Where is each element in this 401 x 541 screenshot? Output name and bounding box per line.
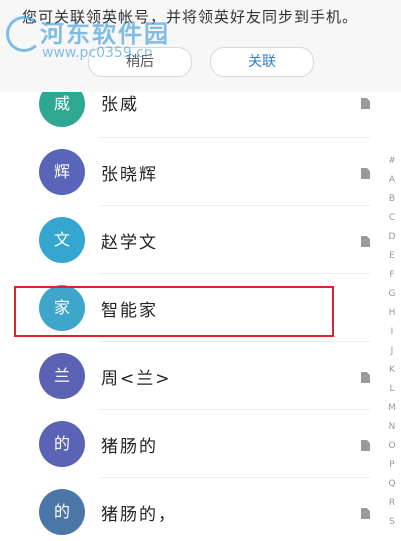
index-letter[interactable]: L: [384, 384, 400, 394]
contact-row[interactable]: 辉 张晓辉: [0, 138, 370, 206]
contact-avatar: 的: [39, 421, 85, 467]
index-letter[interactable]: C: [384, 213, 400, 223]
watermark-url: www.pc0359.cn: [42, 45, 153, 61]
index-letter[interactable]: #: [384, 156, 400, 166]
alphabet-index-bar[interactable]: # A B C D E F G H I J K L M N O P Q R S: [384, 156, 400, 541]
contact-name: 赵学文: [101, 233, 158, 253]
index-letter[interactable]: K: [384, 365, 400, 375]
contact-name: 周<兰>: [101, 369, 172, 389]
file-icon: [361, 168, 370, 179]
file-icon: [361, 508, 370, 519]
contact-avatar: 辉: [39, 149, 85, 195]
contact-name: 张晓辉: [101, 165, 158, 185]
index-letter[interactable]: D: [384, 232, 400, 242]
contact-row[interactable]: 的 猪肠的，: [0, 478, 370, 541]
contact-row[interactable]: 威 张威: [0, 92, 370, 138]
index-letter[interactable]: Q: [384, 479, 400, 489]
index-letter[interactable]: M: [384, 403, 400, 413]
contact-name: 张威: [101, 95, 139, 115]
contact-avatar: 文: [39, 217, 85, 263]
index-letter[interactable]: S: [384, 517, 400, 527]
index-letter[interactable]: F: [384, 270, 400, 280]
index-letter[interactable]: O: [384, 441, 400, 451]
file-icon: [361, 98, 370, 109]
link-account-button[interactable]: 关联: [210, 47, 314, 77]
index-letter[interactable]: P: [384, 460, 400, 470]
contact-row[interactable]: 文 赵学文: [0, 206, 370, 274]
highlight-box: [14, 286, 334, 337]
index-letter[interactable]: B: [384, 194, 400, 204]
watermark-title: 河东软件园: [40, 20, 170, 48]
watermark-logo-icon: [6, 16, 42, 52]
contact-row[interactable]: 兰 周<兰>: [0, 342, 370, 410]
index-letter[interactable]: A: [384, 175, 400, 185]
contact-name: 猪肠的，: [101, 505, 177, 525]
contact-avatar: 威: [39, 92, 85, 127]
index-letter[interactable]: G: [384, 289, 400, 299]
index-letter[interactable]: E: [384, 251, 400, 261]
index-letter[interactable]: I: [384, 327, 400, 337]
contact-avatar: 的: [39, 489, 85, 535]
file-icon: [361, 440, 370, 451]
file-icon: [361, 236, 370, 247]
index-letter[interactable]: R: [384, 498, 400, 508]
contact-avatar: 兰: [39, 353, 85, 399]
watermark: 河东软件园 www.pc0359.cn: [6, 14, 216, 72]
index-letter[interactable]: N: [384, 422, 400, 432]
index-letter[interactable]: H: [384, 308, 400, 318]
contact-name: 猪肠的: [101, 437, 158, 457]
file-icon: [361, 372, 370, 383]
contact-row[interactable]: 的 猪肠的: [0, 410, 370, 478]
index-letter[interactable]: J: [384, 346, 400, 356]
